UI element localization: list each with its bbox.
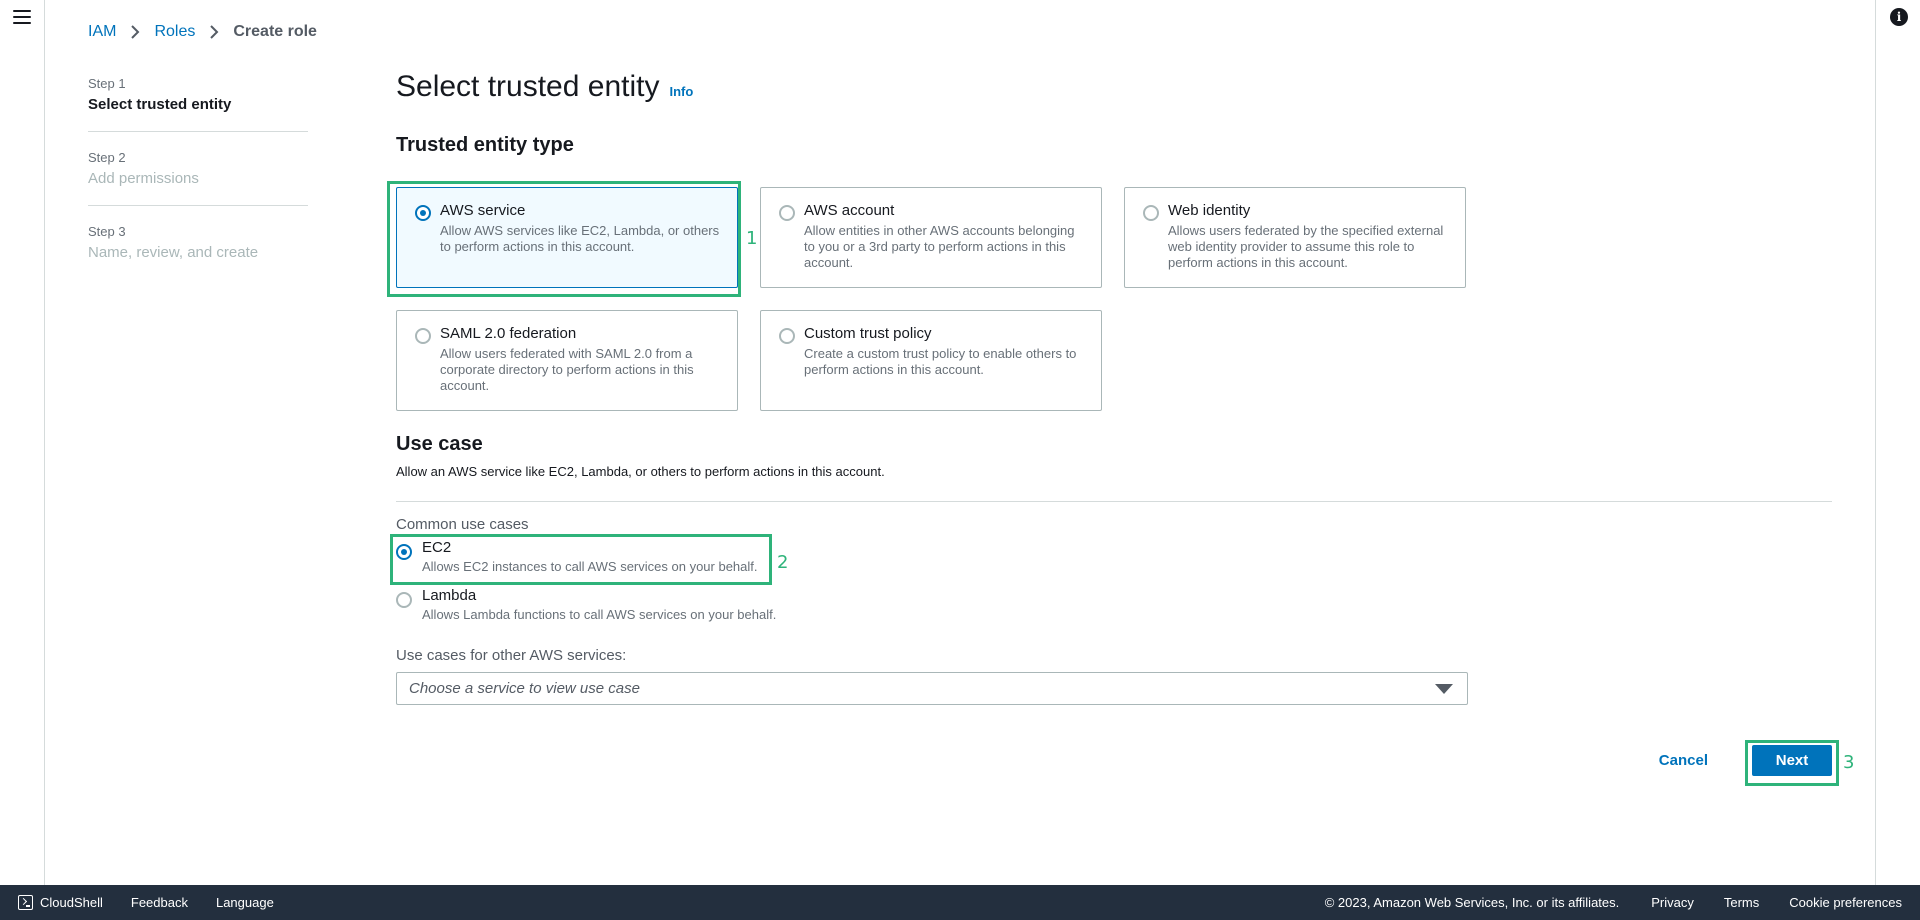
step-number: Step 2 — [88, 150, 126, 165]
use-case-desc: Allow an AWS service like EC2, Lambda, o… — [396, 464, 885, 479]
left-rail — [0, 0, 45, 885]
tile-custom-trust-policy[interactable]: Custom trust policy Create a custom trus… — [760, 310, 1102, 411]
common-use-cases-label: Common use cases — [396, 516, 529, 533]
page-title: Select trusted entity — [396, 70, 660, 103]
tile-title: SAML 2.0 federation — [440, 325, 577, 342]
use-case-lambda[interactable]: Lambda Allows Lambda functions to call A… — [396, 587, 1832, 629]
other-services-label: Use cases for other AWS services: — [396, 647, 627, 664]
divider — [396, 501, 1832, 502]
tile-web-identity[interactable]: Web identity Allows users federated by t… — [1124, 187, 1466, 288]
option-title: EC2 — [422, 539, 452, 556]
info-icon[interactable]: i — [1890, 8, 1908, 26]
radio-icon[interactable] — [396, 592, 412, 608]
tile-title: AWS account — [804, 202, 895, 219]
annotation-number-2: 2 — [777, 552, 789, 573]
radio-icon[interactable] — [779, 328, 795, 344]
option-desc: Allows EC2 instances to call AWS service… — [422, 559, 758, 574]
option-desc: Allows Lambda functions to call AWS serv… — [422, 607, 777, 622]
cloudshell-link[interactable]: CloudShell — [40, 895, 103, 910]
main-content: Select trusted entity Info Trusted entit… — [396, 70, 1832, 705]
step-title: Name, review, and create — [88, 244, 259, 261]
tile-desc: Allow users federated with SAML 2.0 from… — [440, 346, 694, 393]
step-1: Step 1 Select trusted entity — [88, 76, 308, 132]
annotation-number-3: 3 — [1843, 752, 1855, 773]
terms-link[interactable]: Terms — [1724, 895, 1759, 910]
breadcrumb-current: Create role — [233, 23, 317, 40]
cancel-button[interactable]: Cancel — [1639, 748, 1728, 773]
breadcrumb-roles[interactable]: Roles — [154, 23, 195, 41]
info-link[interactable]: Info — [669, 84, 693, 99]
option-title: Lambda — [422, 587, 477, 604]
language-link[interactable]: Language — [216, 895, 274, 910]
page-title-row: Select trusted entity Info — [396, 70, 1832, 104]
caret-down-icon — [1435, 684, 1453, 694]
tile-desc: Allow entities in other AWS accounts bel… — [804, 223, 1075, 270]
tile-desc: Allows users federated by the specified … — [1168, 223, 1444, 270]
footer-right: © 2023, Amazon Web Services, Inc. or its… — [1325, 895, 1902, 910]
step-2: Step 2 Add permissions — [88, 150, 308, 206]
footer: CloudShell Feedback Language © 2023, Ama… — [0, 885, 1920, 920]
step-title: Select trusted entity — [88, 96, 232, 113]
breadcrumb: IAM Roles Create role — [88, 23, 317, 41]
radio-icon[interactable] — [1143, 205, 1159, 221]
trusted-entity-type-title: Trusted entity type — [396, 134, 574, 156]
next-button[interactable]: Next — [1752, 745, 1832, 776]
tile-title: Custom trust policy — [804, 325, 932, 342]
tile-saml-federation[interactable]: SAML 2.0 federation Allow users federate… — [396, 310, 738, 411]
breadcrumb-iam[interactable]: IAM — [88, 23, 116, 41]
use-case-title: Use case — [396, 433, 483, 455]
tile-desc: Create a custom trust policy to enable o… — [804, 346, 1077, 377]
tile-aws-account[interactable]: AWS account Allow entities in other AWS … — [760, 187, 1102, 288]
cookie-preferences-link[interactable]: Cookie preferences — [1789, 895, 1902, 910]
menu-icon[interactable] — [12, 8, 32, 26]
service-select[interactable]: Choose a service to view use case — [396, 672, 1468, 705]
step-title: Add permissions — [88, 170, 199, 187]
copyright: © 2023, Amazon Web Services, Inc. or its… — [1324, 895, 1620, 910]
step-number: Step 1 — [88, 76, 126, 91]
select-placeholder: Choose a service to view use case — [409, 680, 640, 697]
step-3: Step 3 Name, review, and create — [88, 224, 308, 279]
radio-icon[interactable] — [779, 205, 795, 221]
footer-left: CloudShell Feedback Language — [18, 895, 302, 910]
feedback-link[interactable]: Feedback — [131, 895, 188, 910]
right-rail: i — [1875, 0, 1920, 885]
use-case-ec2[interactable]: EC2 Allows EC2 instances to call AWS ser… — [396, 539, 1832, 581]
cloudshell-icon[interactable] — [18, 895, 33, 910]
wizard-steps: Step 1 Select trusted entity Step 2 Add … — [88, 76, 308, 297]
radio-selected-icon[interactable] — [396, 544, 412, 560]
chevron-right-icon — [210, 25, 219, 39]
trusted-entity-tiles: AWS service Allow AWS services like EC2,… — [396, 187, 1832, 411]
tile-title: AWS service — [440, 202, 526, 219]
tile-aws-service[interactable]: AWS service Allow AWS services like EC2,… — [396, 187, 738, 288]
wizard-actions: Cancel Next — [1639, 745, 1832, 776]
annotation-number-1: 1 — [746, 228, 758, 249]
tile-title: Web identity — [1168, 202, 1251, 219]
privacy-link[interactable]: Privacy — [1651, 895, 1694, 910]
chevron-right-icon — [131, 25, 140, 39]
step-number: Step 3 — [88, 224, 126, 239]
radio-icon[interactable] — [415, 328, 431, 344]
tile-desc: Allow AWS services like EC2, Lambda, or … — [440, 223, 720, 254]
radio-selected-icon[interactable] — [415, 205, 431, 221]
